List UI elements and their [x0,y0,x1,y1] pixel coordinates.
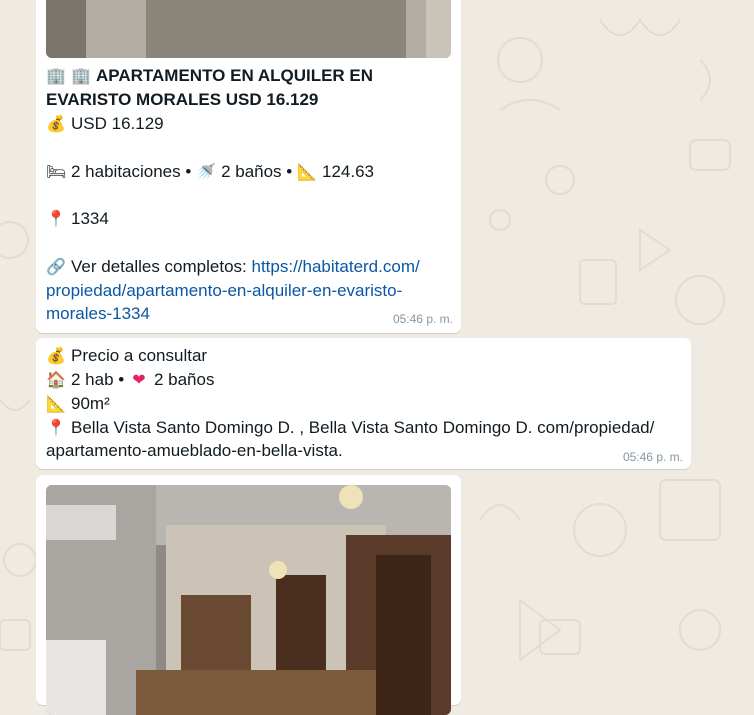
link-icon: 🔗 [46,257,66,276]
message-bubble[interactable] [36,475,461,715]
message-bubble[interactable]: 💰 Precio a consultar 🏠 2 hab • ❤ 2 baños 📐 9… [36,338,691,469]
message-timestamp: 05:46 p. m. [392,312,453,326]
bed-icon: 🛏 [46,162,67,181]
money-bag-icon: 💰 [46,114,66,133]
money-bag-icon: 💰 [46,346,66,365]
details-link-cont[interactable]: morales-1334 [46,302,150,326]
message-bubble[interactable]: 🏢 🏢 APARTAMENTO EN ALQUILER EN EVARISTO MO… [36,0,461,333]
building-icon: 🏢 [71,66,91,85]
house-icon: 🏠 [46,370,66,389]
features-line: 🏠 2 hab • ❤ 2 baños [46,368,214,392]
details-link-cont[interactable]: propiedad/apartamento-en-alquiler-en-eva… [46,279,402,303]
message-timestamp: 05:46 p. m. [622,450,683,464]
building-icon: 🏢 [46,66,66,85]
features-line: 🛏 2 habitaciones • 🚿 2 baños • 📐 124.63 [46,160,374,184]
details-link[interactable]: propiedad/apartamento-en-alquiler-en-eva… [46,281,402,300]
heart-icon: ❤ [132,370,146,389]
price-line: 💰 Precio a consultar [46,344,207,368]
ruler-icon: 📐 [297,162,317,181]
listing-title: 🏢 🏢 APARTAMENTO EN ALQUILER EN [46,64,373,88]
details-line: 🔗 Ver detalles completos: https://habitat… [46,255,420,279]
details-link[interactable]: morales-1334 [46,304,150,323]
property-photo[interactable] [46,0,451,58]
location-line: 📍 1334 [46,207,109,231]
pin-icon: 📍 [46,418,66,437]
price-line: 💰 USD 16.129 [46,112,164,136]
location-line: 📍 Bella Vista Santo Domingo D. , Bella Vi… [46,416,654,440]
pin-icon: 📍 [46,209,66,228]
details-link[interactable]: https://habitaterd.com/ [252,257,420,276]
listing-title-cont: EVARISTO MORALES USD 16.129 [46,90,319,109]
ruler-icon: 📐 [46,394,66,413]
shower-icon: 🚿 [196,162,217,181]
location-line-cont: apartamento-amueblado-en-bella-vista. [46,441,343,460]
area-line: 📐 90m² [46,392,110,416]
